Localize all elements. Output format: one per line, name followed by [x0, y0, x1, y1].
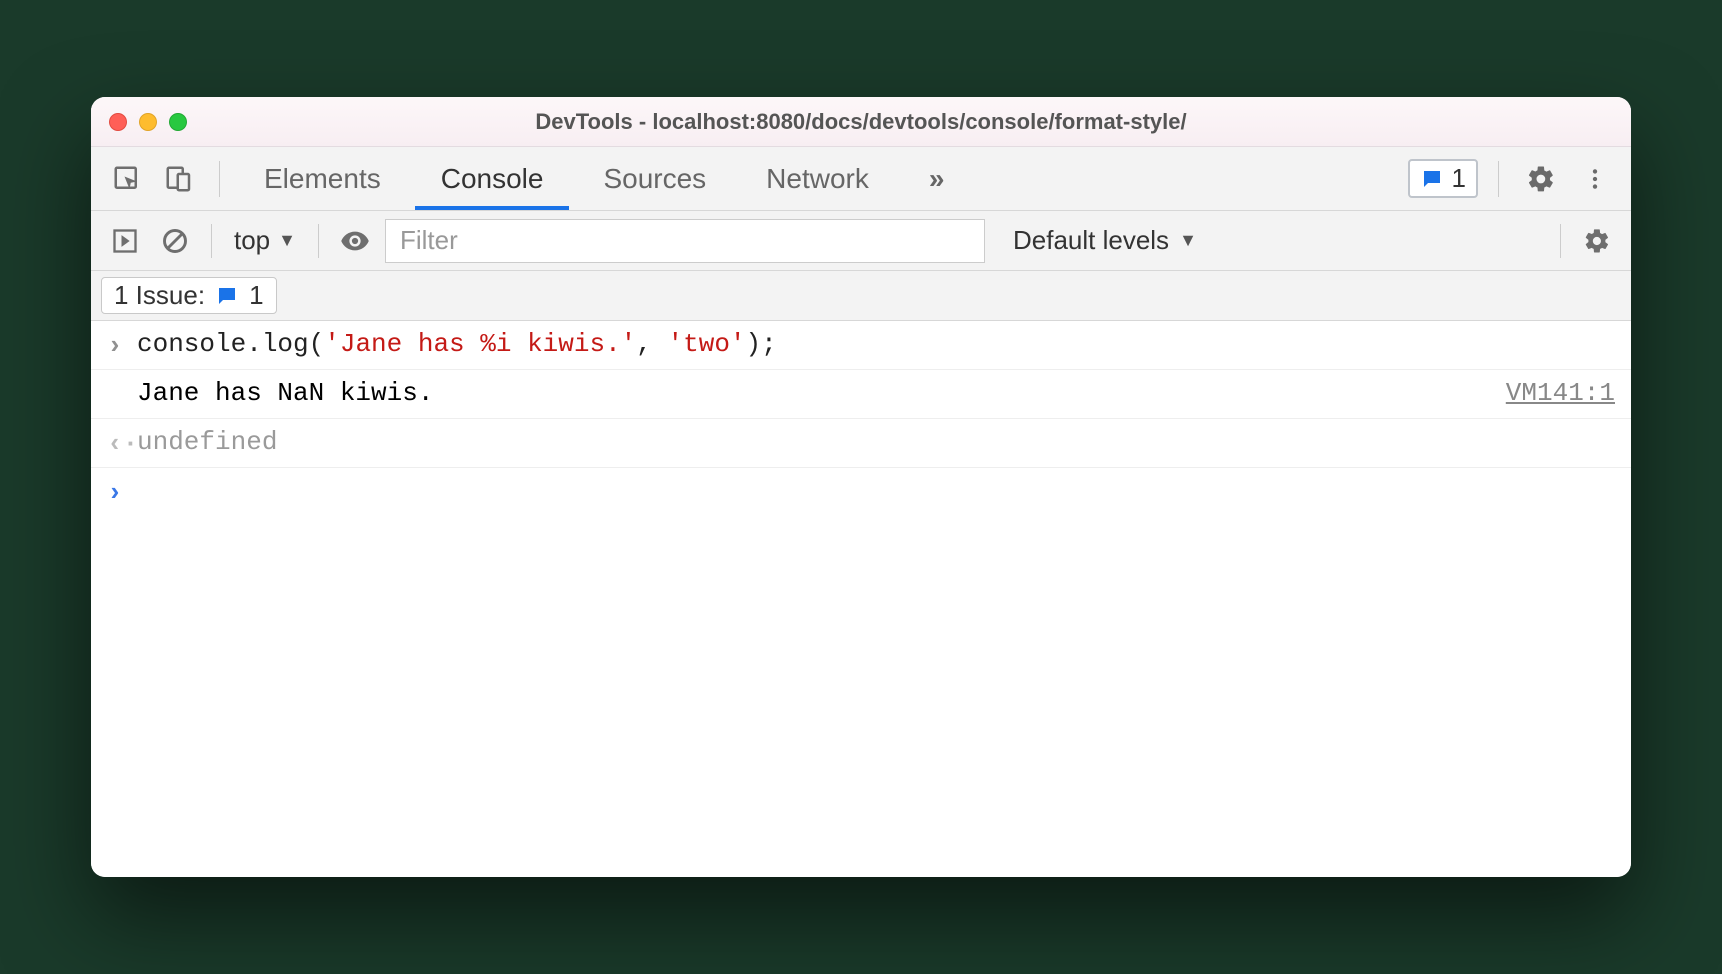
console-return-value: undefined — [137, 427, 1615, 457]
main-tabs: Elements Console Sources Network » 1 — [91, 147, 1631, 211]
log-levels-selector[interactable]: Default levels ▼ — [1013, 225, 1197, 256]
code-token: ); — [746, 329, 777, 359]
devtools-window: DevTools - localhost:8080/docs/devtools/… — [91, 97, 1631, 877]
code-string: 'Jane has %i kiwis.' — [324, 329, 636, 359]
issue-icon — [1420, 167, 1444, 191]
issues-count: 1 — [1452, 163, 1466, 194]
overflow-glyph: » — [929, 163, 945, 195]
separator — [318, 224, 319, 258]
tab-label: Elements — [264, 163, 381, 195]
live-expression-icon[interactable] — [335, 221, 375, 261]
inspect-element-icon[interactable] — [105, 157, 149, 201]
tab-sources[interactable]: Sources — [577, 147, 732, 210]
separator — [1498, 161, 1499, 197]
tab-network[interactable]: Network — [740, 147, 895, 210]
more-menu-icon[interactable] — [1573, 157, 1617, 201]
tabs-overflow-button[interactable]: » — [903, 147, 971, 210]
toggle-drawer-icon[interactable] — [105, 221, 145, 261]
context-selector[interactable]: top ▼ — [228, 225, 302, 256]
issues-badge[interactable]: 1 — [1408, 159, 1478, 198]
separator — [1560, 224, 1561, 258]
console-settings-icon[interactable] — [1577, 221, 1617, 261]
tab-label: Network — [766, 163, 869, 195]
code-token: , — [636, 329, 667, 359]
console-output-text: Jane has NaN kiwis. — [137, 378, 1486, 408]
console-input-code: console.log('Jane has %i kiwis.', 'two')… — [137, 329, 1615, 359]
issues-label: 1 Issue: — [114, 280, 205, 311]
console-prompt-row[interactable]: › — [91, 468, 1631, 516]
input-marker-icon: › — [107, 329, 137, 361]
tab-label: Console — [441, 163, 544, 195]
code-token: console.log( — [137, 329, 324, 359]
filter-input[interactable] — [385, 219, 985, 263]
issues-chip-count: 1 — [249, 280, 263, 311]
issues-chip[interactable]: 1 Issue: 1 — [101, 277, 277, 314]
code-string: 'two' — [668, 329, 746, 359]
window-title: DevTools - localhost:8080/docs/devtools/… — [91, 109, 1631, 135]
console-output: › console.log('Jane has %i kiwis.', 'two… — [91, 321, 1631, 877]
levels-label: Default levels — [1013, 225, 1169, 256]
settings-icon[interactable] — [1519, 157, 1563, 201]
issues-bar: 1 Issue: 1 — [91, 271, 1631, 321]
separator — [211, 224, 212, 258]
console-input-row: › console.log('Jane has %i kiwis.', 'two… — [91, 321, 1631, 370]
issue-icon — [215, 284, 239, 308]
output-marker — [107, 378, 137, 410]
separator — [219, 161, 220, 197]
console-toolbar: top ▼ Default levels ▼ — [91, 211, 1631, 271]
chevron-down-icon: ▼ — [1179, 230, 1197, 251]
prompt-marker-icon: › — [107, 476, 137, 508]
chevron-down-icon: ▼ — [278, 230, 296, 251]
device-toolbar-icon[interactable] — [157, 157, 201, 201]
titlebar: DevTools - localhost:8080/docs/devtools/… — [91, 97, 1631, 147]
return-marker-icon: ‹· — [107, 427, 137, 459]
context-label: top — [234, 225, 270, 256]
tab-console[interactable]: Console — [415, 147, 570, 210]
console-output-row: Jane has NaN kiwis. VM141:1 — [91, 370, 1631, 419]
tab-elements[interactable]: Elements — [238, 147, 407, 210]
source-link[interactable]: VM141:1 — [1486, 378, 1615, 408]
clear-console-icon[interactable] — [155, 221, 195, 261]
tab-label: Sources — [603, 163, 706, 195]
console-return-row: ‹· undefined — [91, 419, 1631, 468]
